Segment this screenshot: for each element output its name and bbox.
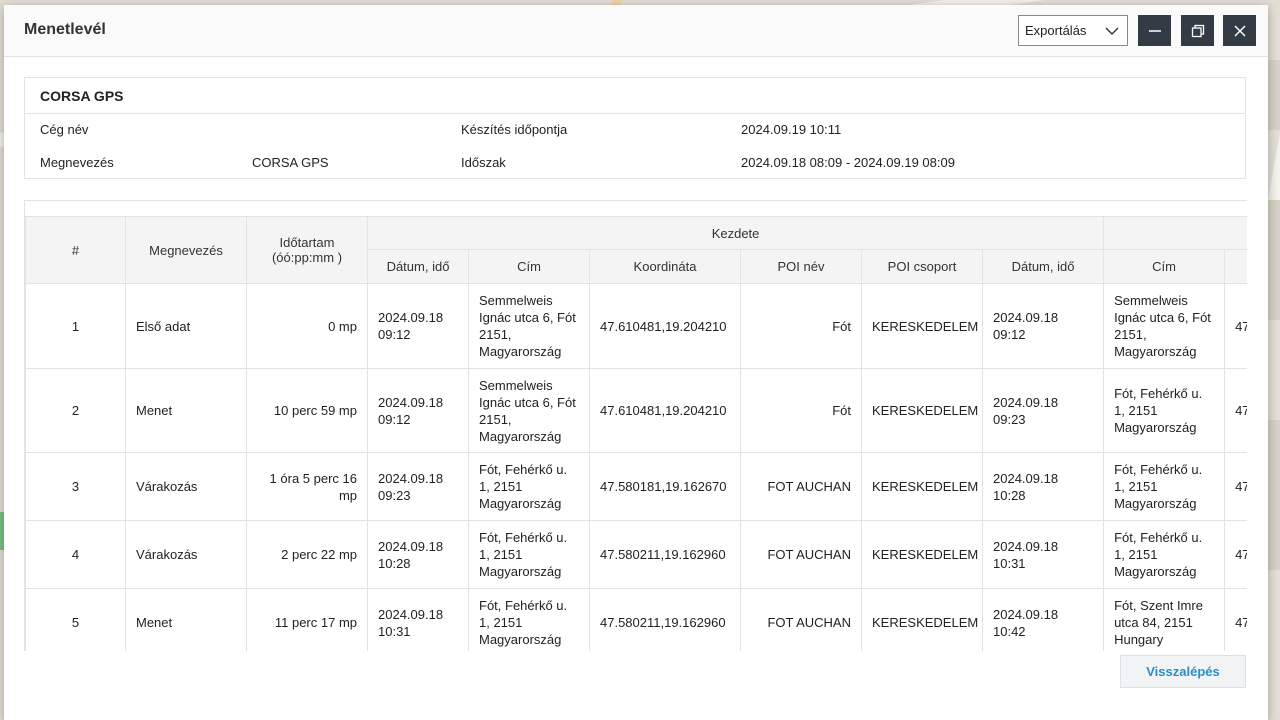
cell-end-address: Fót, Fehérkő u. 1, 2151 Magyarország xyxy=(1103,452,1226,521)
cell-coordinate: 47.580211,19.162960 xyxy=(589,588,741,651)
back-button[interactable]: Visszalépés xyxy=(1120,655,1246,688)
cell-start-address: Fót, Fehérkő u. 1, 2151 Magyarország xyxy=(468,452,590,521)
cell-coordinate: 47.610481,19.204210 xyxy=(589,283,741,369)
cell-coordinate: 47.610481,19.204210 xyxy=(589,368,741,453)
export-dropdown[interactable]: Exportálás xyxy=(1018,15,1128,46)
cell-name: Menet xyxy=(125,588,247,651)
cell-poi-name: Fót xyxy=(740,283,862,369)
dialog-title: Menetlevél xyxy=(24,21,106,38)
export-dropdown-label: Exportálás xyxy=(1025,23,1087,38)
cell-end-coordinate: 47 xyxy=(1224,452,1247,521)
chevron-down-icon xyxy=(1105,27,1119,35)
cell-num: 3 xyxy=(25,452,126,521)
cell-end-datetime: 2024.09.18 10:31 xyxy=(981,520,1105,589)
period-label: Időszak xyxy=(461,155,506,170)
cell-end-address: Fót, Fehérkő u. 1, 2151 Magyarország xyxy=(1103,520,1226,589)
cell-start-address: Fót, Fehérkő u. 1, 2151 Magyarország xyxy=(468,520,590,589)
cell-end-coordinate: 47 xyxy=(1224,588,1247,651)
cell-end-datetime: 2024.09.18 10:42 xyxy=(981,588,1105,651)
cell-poi-name: FOT AUCHAN xyxy=(740,520,862,589)
cell-poi-group: KERESKEDELEM xyxy=(861,520,983,589)
cell-duration: 1 óra 5 perc 16 mp xyxy=(246,452,368,521)
cell-num: 4 xyxy=(25,520,126,589)
column-header-end-extra xyxy=(1224,249,1247,284)
column-header-duration: Időtartam (óó:pp:mm ) xyxy=(246,216,368,284)
cell-start-datetime: 2024.09.18 09:23 xyxy=(367,452,469,521)
cell-name: Menet xyxy=(125,368,247,453)
column-header-end-datetime: Dátum, idő xyxy=(981,249,1105,284)
report-info-card: CORSA GPS Cég név Készítés időpontja 202… xyxy=(24,77,1246,179)
cell-duration: 11 perc 17 mp xyxy=(246,588,368,651)
cell-end-address: Semmelweis Ignác utca 6, Fót 2151, Magya… xyxy=(1103,283,1226,369)
cell-end-datetime: 2024.09.18 10:28 xyxy=(981,452,1105,521)
trip-table-container[interactable]: # Megnevezés Időtartam (óó:pp:mm ) Kezde… xyxy=(24,200,1247,651)
name-value: CORSA GPS xyxy=(252,155,329,170)
cell-duration: 10 perc 59 mp xyxy=(246,368,368,453)
divider xyxy=(25,113,1245,114)
cell-end-address: Fót, Szent Imre utca 84, 2151 Hungary xyxy=(1103,588,1226,651)
name-label: Megnevezés xyxy=(40,155,114,170)
trip-table: # Megnevezés Időtartam (óó:pp:mm ) Kezde… xyxy=(25,216,1247,651)
minimize-button[interactable] xyxy=(1138,15,1171,46)
table-row[interactable]: 2 Menet 10 perc 59 mp 2024.09.18 09:12 S… xyxy=(25,368,1247,453)
table-row[interactable]: 3 Várakozás 1 óra 5 perc 16 mp 2024.09.1… xyxy=(25,452,1247,521)
cell-name: Várakozás xyxy=(125,520,247,589)
report-info-title: CORSA GPS xyxy=(40,88,124,104)
created-label: Készítés időpontja xyxy=(461,122,568,137)
cell-end-datetime: 2024.09.18 09:12 xyxy=(981,283,1105,369)
cell-coordinate: 47.580211,19.162960 xyxy=(589,520,741,589)
cell-poi-group: KERESKEDELEM xyxy=(861,452,983,521)
cell-start-address: Semmelweis Ignác utca 6, Fót 2151, Magya… xyxy=(468,283,590,369)
company-label: Cég név xyxy=(40,122,89,137)
period-value: 2024.09.18 08:09 - 2024.09.19 08:09 xyxy=(741,155,955,170)
cell-end-coordinate: 47 xyxy=(1224,368,1247,453)
cell-start-datetime: 2024.09.18 10:31 xyxy=(367,588,469,651)
cell-poi-group: KERESKEDELEM xyxy=(861,368,983,453)
cell-num: 1 xyxy=(25,283,126,369)
cell-poi-group: KERESKEDELEM xyxy=(861,588,983,651)
column-header-poi-group: POI csoport xyxy=(861,249,983,284)
cell-coordinate: 47.580181,19.162670 xyxy=(589,452,741,521)
close-icon xyxy=(1233,24,1246,37)
cell-name: Első adat xyxy=(125,283,247,369)
cell-end-coordinate: 47 xyxy=(1224,520,1247,589)
cell-name: Várakozás xyxy=(125,452,247,521)
column-header-poi-name: POI név xyxy=(740,249,862,284)
cell-start-address: Semmelweis Ignác utca 6, Fót 2151, Magya… xyxy=(468,368,590,453)
column-header-coordinate: Koordináta xyxy=(589,249,741,284)
table-row[interactable]: 4 Várakozás 2 perc 22 mp 2024.09.18 10:2… xyxy=(25,520,1247,589)
cell-num: 2 xyxy=(25,368,126,453)
cell-poi-name: Fót xyxy=(740,368,862,453)
cell-poi-group: KERESKEDELEM xyxy=(861,283,983,369)
cell-poi-name: FOT AUCHAN xyxy=(740,588,862,651)
trip-log-dialog: Menetlevél Exportálás CORSA GPS Cég név … xyxy=(4,5,1268,720)
cell-start-datetime: 2024.09.18 09:12 xyxy=(367,368,469,453)
close-button[interactable] xyxy=(1223,15,1256,46)
column-header-start-address: Cím xyxy=(468,249,590,284)
column-header-start-datetime: Dátum, idő xyxy=(367,249,469,284)
column-header-end-address: Cím xyxy=(1103,249,1226,284)
cell-poi-name: FOT AUCHAN xyxy=(740,452,862,521)
cell-start-datetime: 2024.09.18 10:28 xyxy=(367,520,469,589)
cell-duration: 0 mp xyxy=(246,283,368,369)
cell-num: 5 xyxy=(25,588,126,651)
restore-window-icon xyxy=(1191,24,1204,37)
dialog-header: Menetlevél Exportálás xyxy=(4,5,1268,57)
cell-end-datetime: 2024.09.18 09:23 xyxy=(981,368,1105,453)
restore-button[interactable] xyxy=(1181,15,1214,46)
column-header-name: Megnevezés xyxy=(125,216,247,284)
cell-start-address: Fót, Fehérkő u. 1, 2151 Magyarország xyxy=(468,588,590,651)
created-value: 2024.09.19 10:11 xyxy=(741,122,842,137)
column-group-start: Kezdete xyxy=(366,216,1105,250)
table-row[interactable]: 5 Menet 11 perc 17 mp 2024.09.18 10:31 F… xyxy=(25,588,1247,651)
cell-start-datetime: 2024.09.18 09:12 xyxy=(367,283,469,369)
cell-duration: 2 perc 22 mp xyxy=(246,520,368,589)
minimize-icon xyxy=(1148,29,1161,32)
column-header-num: # xyxy=(25,216,126,284)
cell-end-coordinate: 47 xyxy=(1224,283,1247,369)
column-group-end xyxy=(1103,216,1247,250)
table-row[interactable]: 1 Első adat 0 mp 2024.09.18 09:12 Semmel… xyxy=(25,283,1247,369)
cell-end-address: Fót, Fehérkő u. 1, 2151 Magyarország xyxy=(1103,368,1226,453)
